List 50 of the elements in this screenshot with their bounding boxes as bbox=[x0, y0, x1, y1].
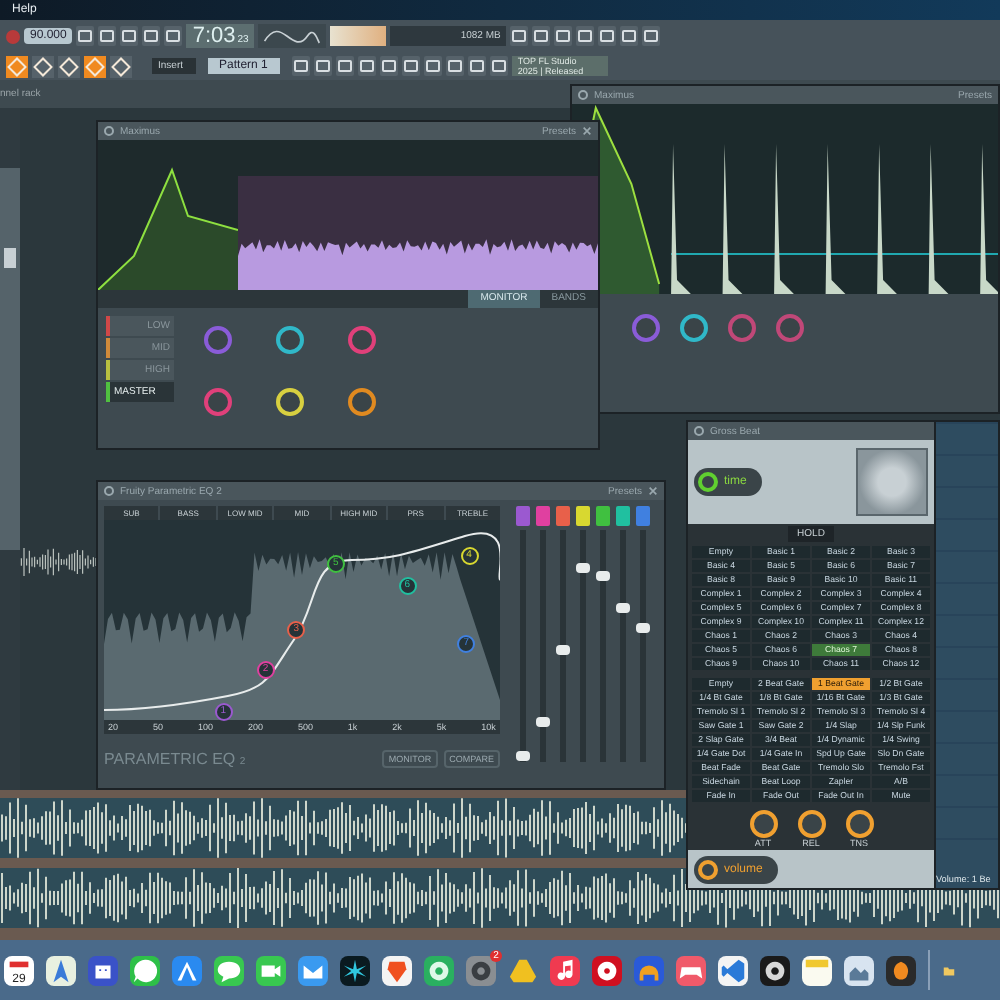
tool-button[interactable] bbox=[6, 55, 28, 77]
tool-button[interactable] bbox=[58, 55, 80, 77]
knob[interactable] bbox=[797, 810, 825, 838]
meter-gradient bbox=[330, 26, 387, 46]
tool-button[interactable] bbox=[84, 55, 106, 77]
record-disc-icon[interactable] bbox=[592, 955, 622, 985]
star-burst-icon[interactable] bbox=[340, 955, 370, 985]
audio-waveform bbox=[20, 548, 100, 576]
slider-thumb[interactable] bbox=[516, 750, 530, 761]
knob[interactable] bbox=[276, 326, 304, 354]
ribbon-icon[interactable] bbox=[718, 955, 748, 985]
slider-thumb[interactable] bbox=[576, 562, 590, 573]
triangle-icon[interactable] bbox=[508, 955, 538, 985]
landscape-photo-icon[interactable] bbox=[844, 955, 874, 985]
knob[interactable] bbox=[348, 388, 376, 416]
tool-button[interactable] bbox=[32, 55, 54, 77]
letter-a-icon[interactable] bbox=[172, 955, 202, 985]
close-icon[interactable] bbox=[648, 486, 658, 496]
clock-face-icon bbox=[856, 448, 928, 516]
knob[interactable] bbox=[749, 810, 777, 838]
headphones-icon[interactable] bbox=[634, 955, 664, 985]
slider-thumb[interactable] bbox=[556, 645, 570, 656]
settings-icon[interactable] bbox=[104, 486, 114, 496]
shield-icon[interactable] bbox=[382, 955, 412, 985]
tool-button[interactable] bbox=[110, 55, 132, 77]
fruit-icon[interactable] bbox=[886, 955, 916, 985]
speech-bubble-icon[interactable] bbox=[214, 955, 244, 985]
slider-thumb[interactable] bbox=[596, 571, 610, 582]
robot-icon[interactable] bbox=[88, 955, 118, 985]
envelope-icon[interactable] bbox=[298, 955, 328, 985]
close-icon[interactable] bbox=[582, 126, 592, 136]
music-note-icon[interactable] bbox=[550, 955, 580, 985]
settings-icon[interactable] bbox=[694, 426, 704, 436]
slider-thumb[interactable] bbox=[536, 717, 550, 728]
knob[interactable] bbox=[845, 810, 873, 838]
settings-icon[interactable] bbox=[578, 90, 588, 100]
knob[interactable] bbox=[680, 314, 708, 342]
folder-icon[interactable] bbox=[942, 963, 956, 977]
slider-thumb[interactable] bbox=[636, 622, 650, 633]
map-icon[interactable] bbox=[46, 955, 76, 985]
speaker-icon[interactable] bbox=[760, 955, 790, 985]
knob[interactable] bbox=[276, 388, 304, 416]
notepad-icon[interactable] bbox=[802, 955, 832, 985]
target-icon[interactable] bbox=[424, 955, 454, 985]
slider-thumb[interactable] bbox=[616, 603, 630, 614]
video-camera-icon[interactable] bbox=[256, 955, 286, 985]
chat-phone-icon[interactable] bbox=[130, 955, 160, 985]
fader-handle[interactable] bbox=[4, 248, 16, 268]
gamepad-icon[interactable] bbox=[676, 955, 706, 985]
settings-icon[interactable] bbox=[104, 126, 114, 136]
